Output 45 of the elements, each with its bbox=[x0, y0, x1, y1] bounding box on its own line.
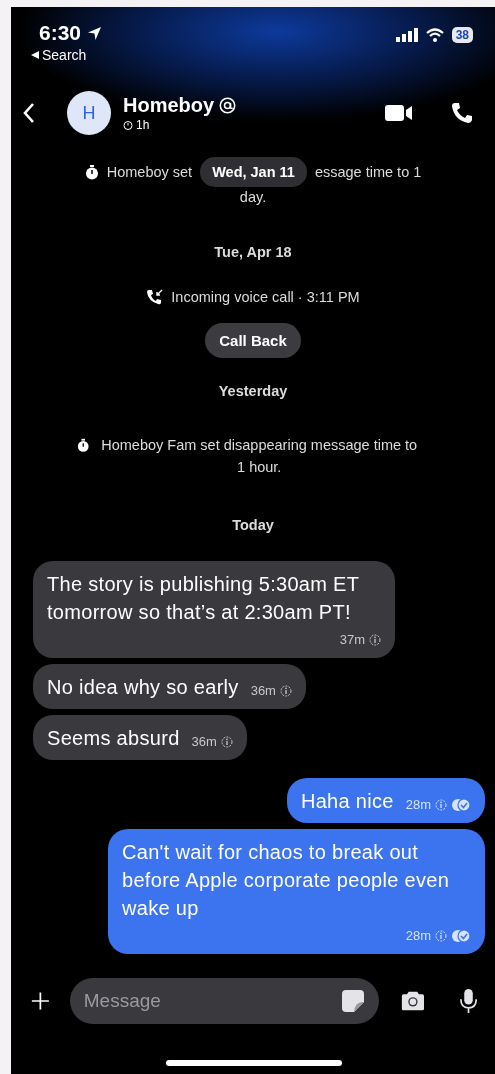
system-message: Homeboy set bbox=[106, 164, 193, 180]
read-receipt-icon bbox=[451, 798, 471, 812]
back-to-search-link[interactable]: Search bbox=[31, 47, 473, 63]
info-icon bbox=[435, 930, 447, 942]
at-sign-icon bbox=[219, 97, 237, 114]
home-indicator[interactable] bbox=[166, 1060, 342, 1066]
stopwatch-icon bbox=[77, 438, 90, 453]
back-chevron-icon bbox=[23, 102, 35, 124]
location-arrow-icon bbox=[87, 25, 103, 41]
system-message: day. bbox=[239, 189, 267, 205]
call-back-button[interactable]: Call Back bbox=[205, 323, 301, 358]
contact-name: Homeboy bbox=[123, 94, 215, 117]
microphone-icon bbox=[460, 987, 477, 1015]
date-divider: Yesterday bbox=[218, 383, 288, 399]
received-message-bubble[interactable]: Seems absurd 36m bbox=[33, 715, 247, 760]
sticker-icon bbox=[340, 989, 365, 1013]
wifi-icon bbox=[425, 28, 444, 42]
system-message: Homeboy Fam set disappearing message time to 1 hour. bbox=[100, 436, 419, 477]
info-icon bbox=[220, 736, 233, 748]
plus-icon bbox=[31, 990, 50, 1012]
disappear-timer: 1h bbox=[136, 118, 150, 132]
back-triangle-icon bbox=[31, 51, 39, 59]
received-message-bubble[interactable]: No idea why so early 36m bbox=[33, 664, 306, 709]
sent-message-bubble[interactable]: Can't wait for chaos to break out before Apple corporate people even wake up 28m bbox=[108, 829, 485, 954]
clock-time: 6:30 bbox=[39, 21, 82, 45]
phone-icon bbox=[451, 102, 473, 124]
video-camera-icon bbox=[385, 103, 413, 123]
info-icon bbox=[369, 634, 381, 646]
battery-level: 38 bbox=[451, 27, 473, 43]
date-header: Wed, Jan 11 bbox=[200, 157, 307, 187]
incoming-call-icon bbox=[146, 289, 164, 305]
signal-icon bbox=[395, 28, 418, 42]
timer-icon bbox=[123, 120, 133, 130]
sent-message-bubble[interactable]: Haha nice 28m bbox=[286, 778, 485, 823]
date-divider: Tue, Apr 18 bbox=[214, 244, 292, 260]
stopwatch-icon bbox=[84, 164, 99, 180]
message-input-field[interactable]: Message bbox=[69, 978, 379, 1024]
date-divider: Today bbox=[232, 517, 274, 533]
call-log: Incoming voice call · 3:11 PM bbox=[171, 289, 360, 305]
system-message: essage time to 1 bbox=[314, 164, 422, 180]
info-icon bbox=[279, 685, 292, 697]
read-receipt-icon bbox=[451, 929, 471, 943]
camera-icon bbox=[400, 989, 425, 1013]
received-message-bubble[interactable]: The story is publishing 5:30am ET tomorrow so that’s at 2:30am PT! 37m bbox=[33, 561, 395, 658]
info-icon bbox=[435, 799, 447, 811]
